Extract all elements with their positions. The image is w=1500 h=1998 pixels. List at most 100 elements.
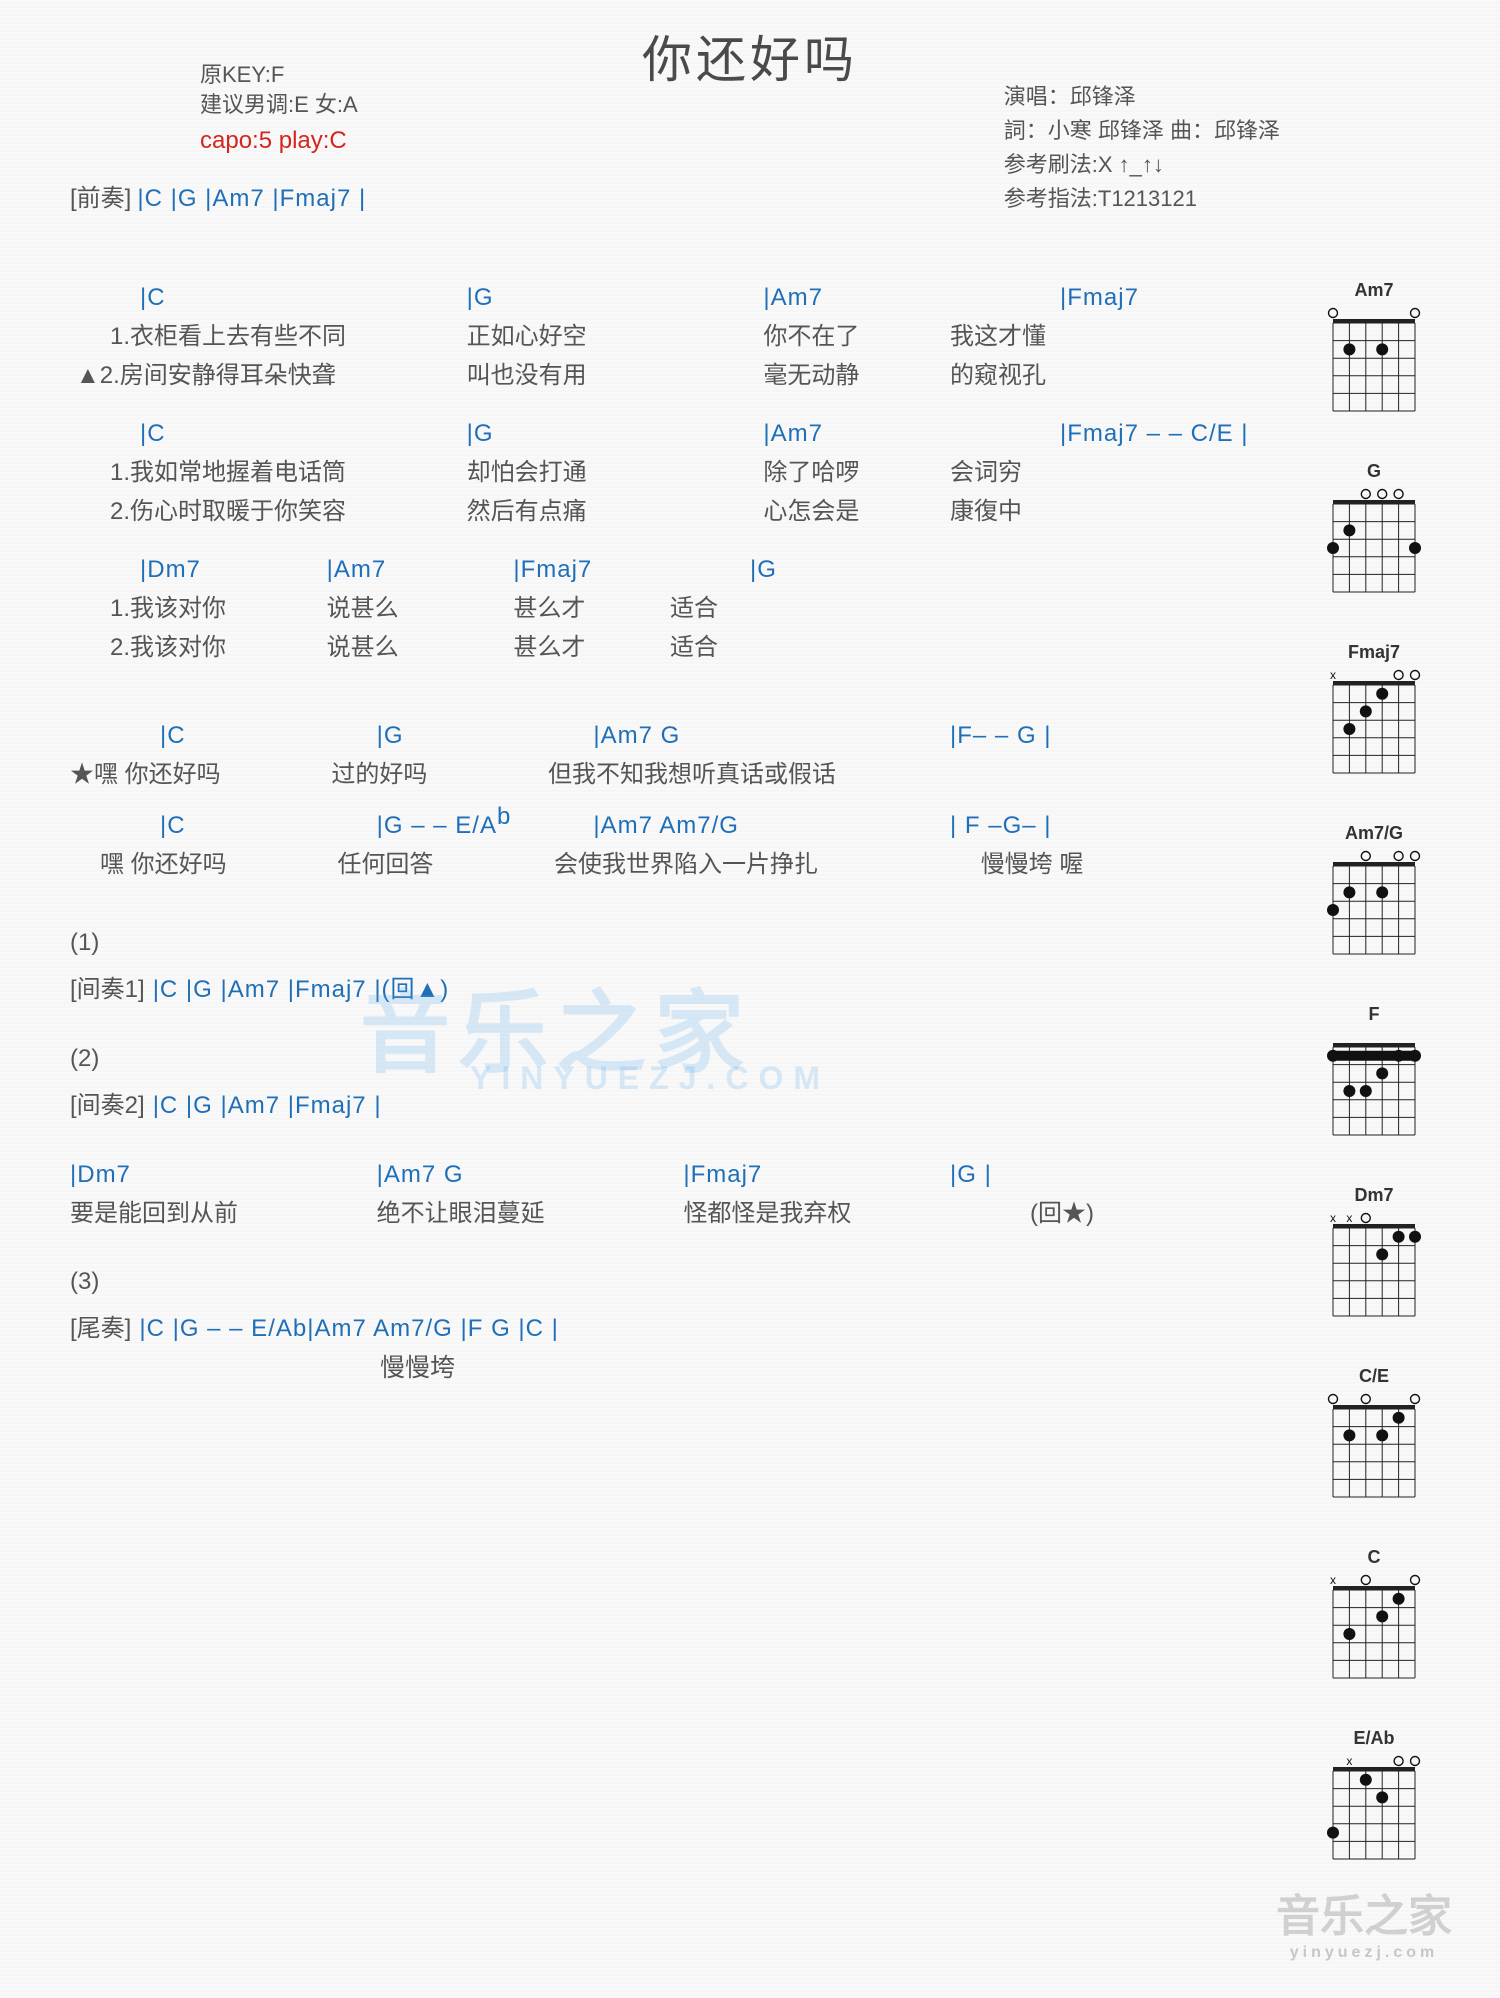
lyric: 甚么才 [513,627,663,662]
lyric: 毫无动静 [763,355,943,390]
chord: |Am7 [763,420,1053,448]
chord-diagram: Dm7xx [1304,1185,1444,1330]
original-key: 原KEY:F [200,60,358,90]
chord-diagram-name: G [1304,461,1444,482]
capo-info: capo:5 play:C [200,126,358,156]
outro-label: [尾奏] [70,1308,131,1343]
interlude2-chords: |C |G |Am7 |Fmaj7 | [153,1092,382,1120]
strum-pattern: 参考刷法:X ↑_↑↓ [1004,148,1280,182]
outro-chords-2: |Am7 Am7/G |F G |C | [307,1315,559,1343]
chord: |Dm7 [70,1161,131,1188]
chord-diagram-name: F [1304,1004,1444,1025]
chord: |G [377,722,404,749]
meta-left: 原KEY:F 建议男调:E 女:A capo:5 play:C [200,60,358,156]
lyric: 但我不知我想听真话或假话 [548,754,1048,789]
svg-text:x: x [1330,668,1336,682]
chord-diagrams: Am7GFmaj7xAm7/GFDm7xxC/ECxE/Abx [1304,280,1444,1909]
chord: |Am7 G [593,722,943,750]
chord-diagram: G [1304,461,1444,606]
lyric: 说甚么 [327,588,507,623]
chord-diagram: Am7/G [1304,823,1444,968]
chord: | F –G– | [950,812,1210,840]
marker-2: (2) [70,1045,1430,1073]
chord-diagram: Fmaj7 x [1304,642,1444,787]
suggested-keys: 建议男调:E 女:A [200,90,358,120]
intro-label: [前奏] [70,178,131,213]
lyric: 你还好吗 [131,844,331,879]
chord: |G | [950,1161,992,1188]
lyric: 会使我世界陷入一片挣扎 [554,844,974,879]
chord-diagram-name: Am7 [1304,280,1444,301]
chord-diagram-name: C [1304,1547,1444,1568]
chord: |Fmaj7 [683,1161,762,1188]
guitar-tab-document: 你还好吗 原KEY:F 建议男调:E 女:A capo:5 play:C 演唱：… [0,0,1500,1998]
lyric: 适合 [670,627,850,662]
lyric: 过的好吗 [331,754,541,789]
watermark-footer-sub: yinyuezj.com [1276,1944,1452,1962]
svg-text:x: x [1346,1211,1352,1225]
chord-diagram-name: Dm7 [1304,1185,1444,1206]
chord: |Fmaj7 – – C/E | [1060,420,1320,448]
lyric: 绝不让眼泪蔓延 [377,1193,677,1228]
lyric: 说甚么 [327,627,507,662]
intro-chords: |C |G |Am7 |Fmaj7 | [137,185,366,213]
lyric: 会词穷 [950,452,1210,487]
interlude1-label: [间奏1] [70,969,145,1004]
lyric: 适合 [670,588,850,623]
lyric: 我这才懂 [950,316,1210,351]
chorus-prefix: ★嘿 [70,761,125,788]
singer: 演唱：邱锋泽 [1004,80,1280,114]
chord: |C [140,284,460,312]
lyric: 除了哈啰 [763,452,943,487]
chorus-prefix: 嘿 [100,851,131,878]
interlude-2: [间奏2] |C |G |Am7 |Fmaj7 | [70,1085,1430,1121]
marker-3: (3) [70,1268,1430,1296]
chord-diagram-name: C/E [1304,1366,1444,1387]
chord: |C [160,812,370,840]
chord: |Fmaj7 [1060,284,1320,312]
flat-symbol: b [497,803,511,830]
lyric: 的窥视孔 [950,355,1210,390]
lyric: 康復中 [950,491,1210,526]
lyric: 然后有点痛 [467,491,757,526]
lyricist-composer: 詞：小寒 邱锋泽 曲：邱锋泽 [1004,114,1280,148]
chord-diagram: E/Ab x [1304,1728,1444,1873]
meta-right: 演唱：邱锋泽 詞：小寒 邱锋泽 曲：邱锋泽 参考刷法:X ↑_↑↓ 参考指法:T… [1004,80,1280,216]
chord: |G [467,284,757,312]
lyric: 却怕会打通 [467,452,757,487]
chord-diagram: F [1304,1004,1444,1149]
lyric: 你还好吗 [125,754,325,789]
interlude2-label: [间奏2] [70,1085,145,1120]
svg-text:x: x [1346,1754,1352,1768]
lyric: 甚么才 [513,588,663,623]
lyric: (回★) [1030,1193,1190,1228]
lyric: 你不在了 [763,316,943,351]
bridge-section: |Dm7 |Am7 G |Fmaj7 |G | 要是能回到从前 绝不让眼泪蔓延 … [70,1161,1430,1228]
lyric: 任何回答 [337,844,547,879]
chord-diagram-name: Fmaj7 [1304,642,1444,663]
flat-symbol: b [293,1315,307,1343]
svg-text:x: x [1330,1573,1336,1587]
chord: |C [140,420,460,448]
lyric: ▲2.房间安静得耳朵快聋 [76,355,460,390]
pre-chorus: |Dm7 |Am7 |Fmaj7 |G 1.我该对你 说甚么 甚么才 适合 2.… [140,556,1430,662]
chord: |F– – G | [950,722,1210,750]
chord-diagram: C/E [1304,1366,1444,1511]
chord: |G [750,556,930,584]
outro: [尾奏] |C |G – – E/Ab |Am7 Am7/G |F G |C |… [70,1308,1430,1384]
chord: |Am7 [327,556,507,584]
chord: |Am7 Am7/G [593,812,943,840]
lyric: 2.伤心时取暖于你笑容 [110,491,460,526]
outro-chords-1: |C |G – – E/A [139,1315,293,1343]
interlude1-chords: |C |G |Am7 |Fmaj7 |(回▲) [153,969,450,1004]
chord: |G [467,420,757,448]
lyric: 1.我该对你 [110,588,320,623]
chord: |Fmaj7 [513,556,743,584]
chord: |G – – E/A [377,812,497,839]
interlude-1: [间奏1] |C |G |Am7 |Fmaj7 |(回▲) [70,969,1430,1005]
lyric: 1.衣柜看上去有些不同 [110,316,460,351]
lyric: 要是能回到从前 [70,1193,370,1228]
chord-diagram-name: E/Ab [1304,1728,1444,1749]
outro-lyric: 慢慢垮 [380,1348,1430,1384]
chord: |Am7 [763,284,1053,312]
